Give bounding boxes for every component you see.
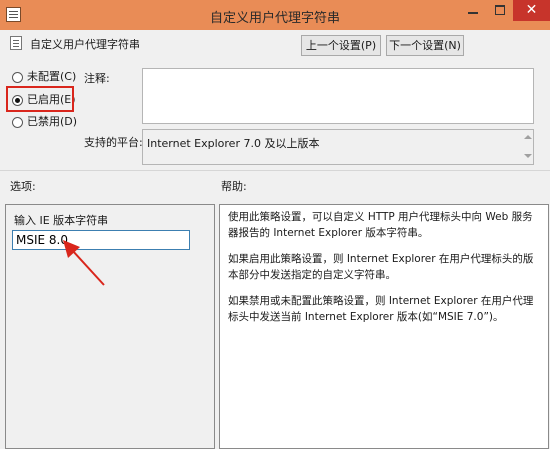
annotation-arrow <box>63 240 105 286</box>
arrow-line <box>71 249 105 286</box>
